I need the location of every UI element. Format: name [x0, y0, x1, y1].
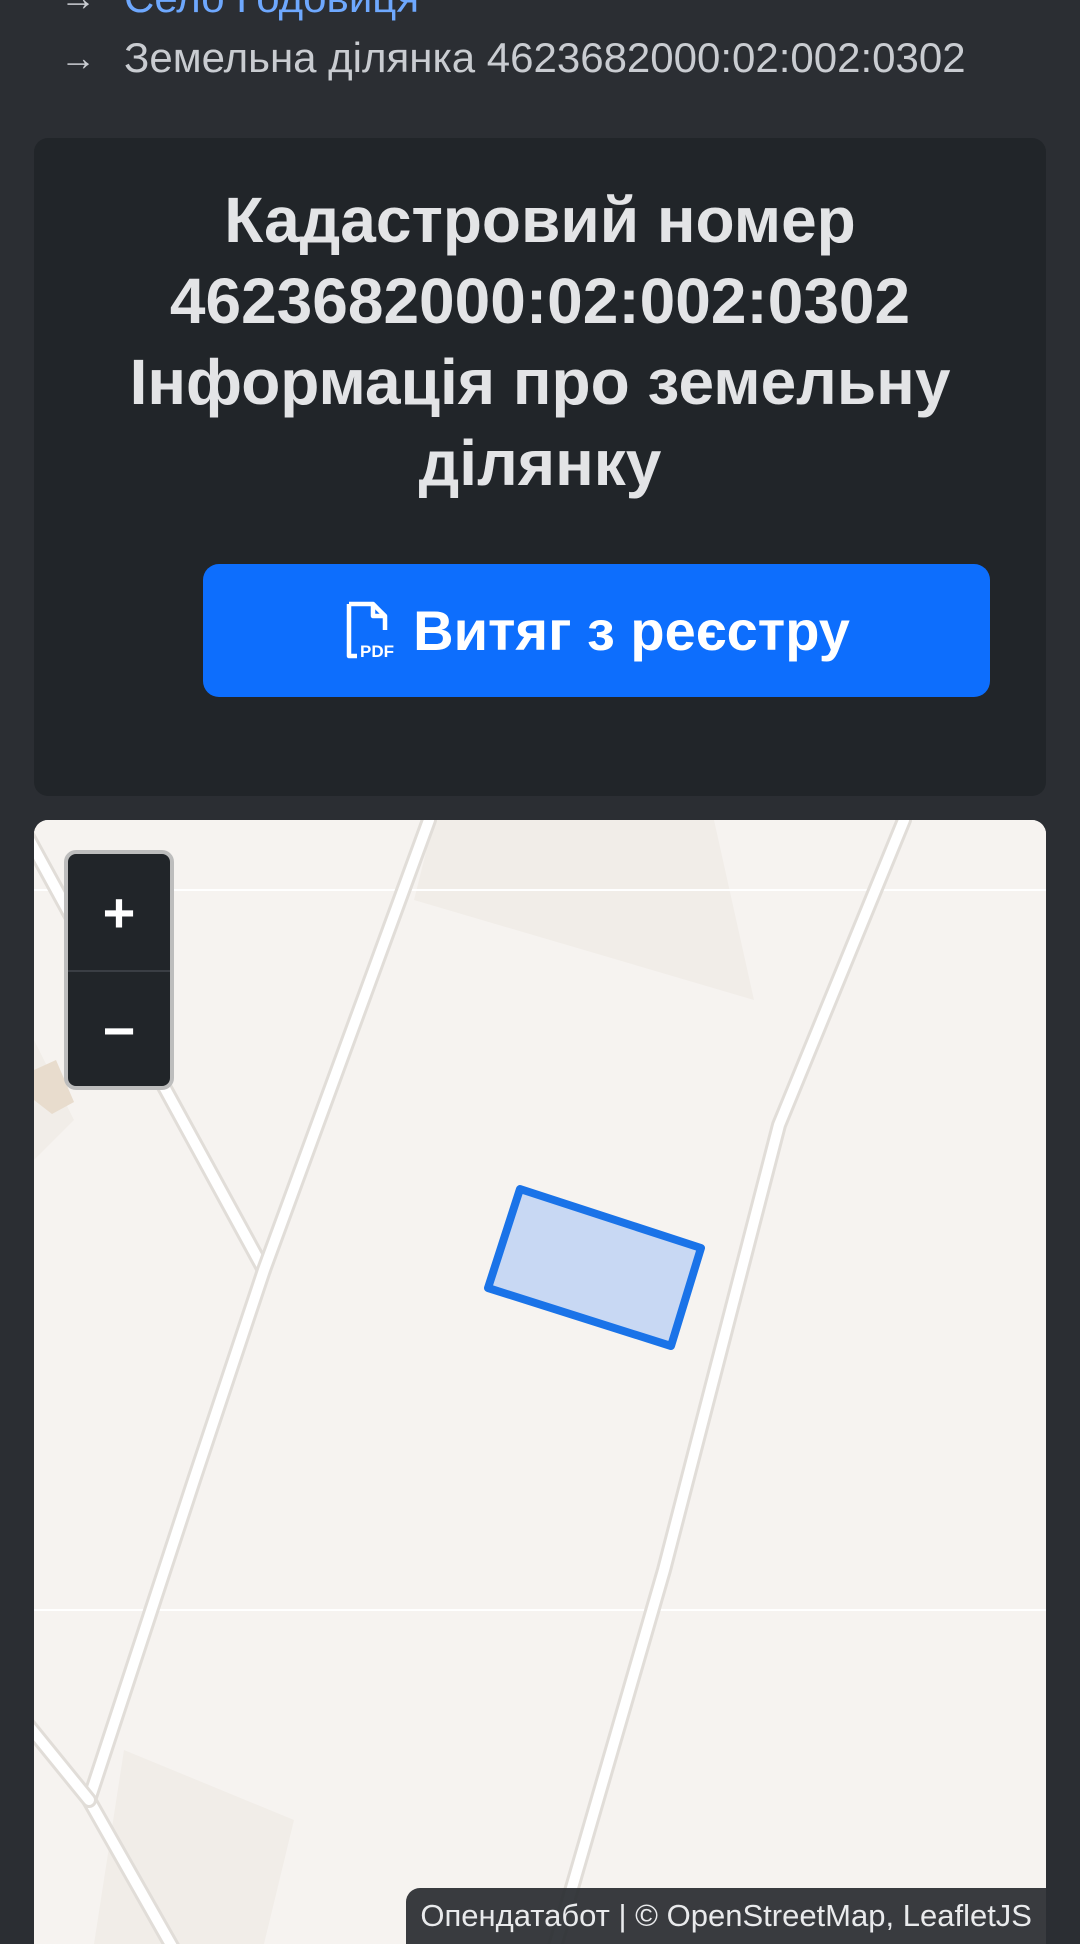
zoom-out-button[interactable]: −	[68, 970, 170, 1086]
breadcrumb-item-village[interactable]: → Село Годовиця	[60, 0, 419, 22]
attribution-link-leaflet[interactable]: LeafletJS	[903, 1898, 1032, 1934]
title-line-info: Інформація про земельну	[129, 346, 951, 418]
title-line-cadastral: Кадастровий номер	[224, 184, 856, 256]
map-tiles	[34, 820, 1046, 1944]
breadcrumb-item-parcel: → Земельна ділянка 4623682000:02:002:030…	[60, 34, 966, 82]
arrow-right-icon: →	[60, 0, 124, 19]
svg-text:PDF: PDF	[360, 642, 394, 661]
breadcrumb-link-village[interactable]: Село Годовиця	[124, 0, 419, 22]
zoom-in-button[interactable]: +	[68, 854, 170, 970]
attribution-link-opendatabot[interactable]: Опендатабот	[420, 1898, 610, 1934]
map-attribution: Опендатабот | © OpenStreetMap , LeafletJ…	[406, 1888, 1046, 1944]
attribution-comma: ,	[885, 1898, 895, 1933]
arrow-right-icon: →	[60, 37, 96, 78]
zoom-control: + −	[64, 850, 174, 1090]
registry-extract-label: Витяг з реєстру	[413, 599, 850, 662]
attribution-separator: |	[618, 1898, 627, 1933]
pdf-file-icon: PDF	[343, 600, 401, 662]
breadcrumb: → Село Годовиця → Земельна ділянка 46236…	[0, 0, 1080, 130]
map[interactable]: + − Опендатабот | © OpenStreetMap , Leaf…	[34, 820, 1046, 1944]
page-title: Кадастровий номер 4623682000:02:002:0302…	[74, 180, 1006, 504]
parcel-header-card: Кадастровий номер 4623682000:02:002:0302…	[34, 138, 1046, 796]
breadcrumb-current-parcel: Земельна ділянка 4623682000:02:002:0302	[124, 34, 966, 81]
attribution-link-osm[interactable]: © OpenStreetMap	[635, 1898, 885, 1934]
registry-extract-button[interactable]: PDF Витяг з реєстру	[203, 564, 990, 697]
title-line-parcel: ділянку	[418, 427, 662, 499]
title-line-number: 4623682000:02:002:0302	[169, 265, 911, 337]
page: → Село Годовиця → Земельна ділянка 46236…	[0, 0, 1080, 1944]
